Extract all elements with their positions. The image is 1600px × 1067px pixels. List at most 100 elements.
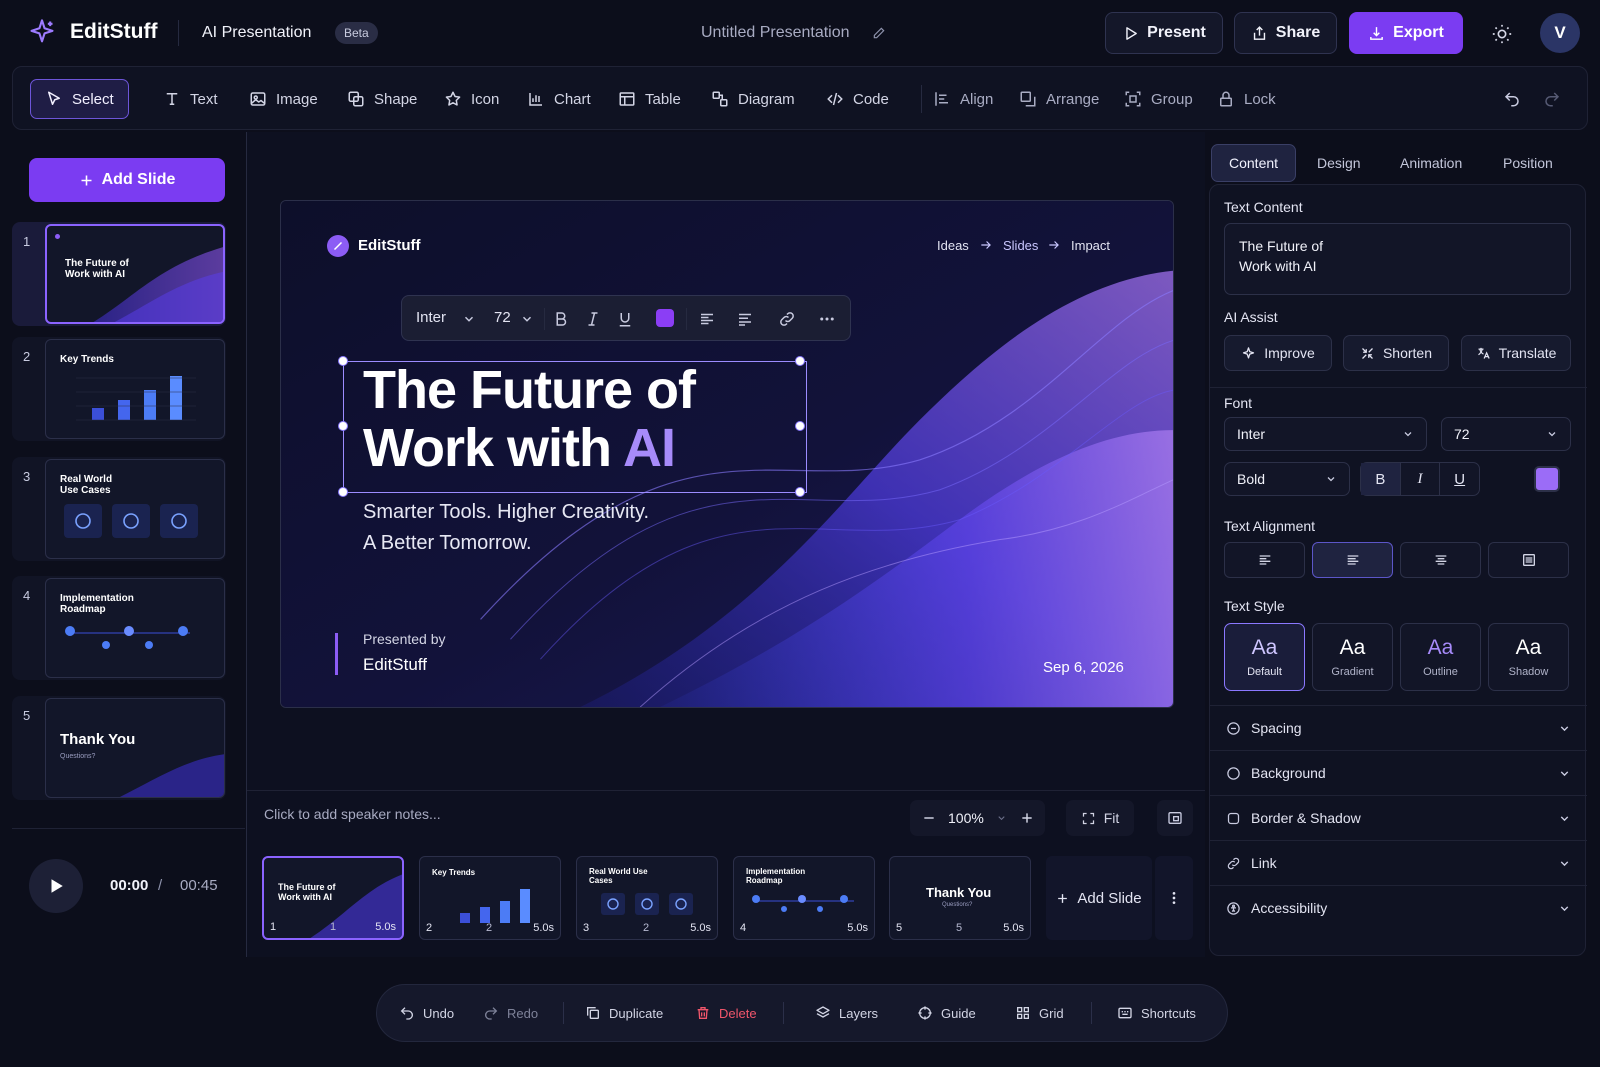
font-size-select[interactable]: 72 xyxy=(1441,417,1571,451)
filmstrip-item[interactable]: The Future of Work with AI 1 1 5.0s xyxy=(262,856,404,940)
chevron-down-icon[interactable] xyxy=(462,310,476,328)
slide-list-item[interactable]: 3 Real World Use Cases xyxy=(12,457,226,561)
text-color-swatch[interactable] xyxy=(656,309,674,327)
zoom-level[interactable]: 100% xyxy=(948,810,984,826)
shorten-button[interactable]: Shorten xyxy=(1343,335,1449,371)
size-select[interactable]: 72 xyxy=(494,309,511,326)
filmstrip-add-slide-button[interactable]: Add Slide xyxy=(1046,856,1152,940)
tab-position[interactable]: Position xyxy=(1486,144,1570,182)
translate-button[interactable]: Translate xyxy=(1461,335,1571,371)
resize-handle[interactable] xyxy=(795,487,805,497)
slide-list-item[interactable]: 5 Thank You Questions? xyxy=(12,696,226,800)
slide-subtitle[interactable]: Smarter Tools. Higher Creativity. A Bett… xyxy=(363,497,703,559)
tool-icon[interactable]: Icon xyxy=(430,79,513,119)
text-content-input[interactable]: The Future of Work with AI xyxy=(1224,223,1571,295)
style-shadow-card[interactable]: Aa Shadow xyxy=(1488,623,1569,691)
export-button[interactable]: Export xyxy=(1349,12,1463,54)
slide-canvas[interactable]: EditStuff Ideas Slides Impact The Future… xyxy=(280,200,1174,708)
fit-button[interactable]: Fit xyxy=(1066,800,1134,836)
spacing-section[interactable]: Spacing xyxy=(1210,705,1587,750)
align-justify-button[interactable] xyxy=(1488,542,1569,578)
filmstrip-item[interactable]: Key Trends 2 2 5.0s xyxy=(419,856,561,940)
tool-lock[interactable]: Lock xyxy=(1203,79,1290,119)
minus-icon[interactable] xyxy=(922,811,936,825)
style-outline-card[interactable]: Aa Outline xyxy=(1400,623,1481,691)
tab-content[interactable]: Content xyxy=(1211,144,1297,182)
list-icon[interactable] xyxy=(736,310,754,328)
filmstrip-item[interactable]: Thank You Questions? 5 5 5.0s xyxy=(889,856,1031,940)
style-default-card[interactable]: Aa Default xyxy=(1224,623,1305,691)
selection-box[interactable] xyxy=(343,361,807,493)
chevron-down-icon[interactable] xyxy=(996,811,1007,825)
tool-table[interactable]: Table xyxy=(604,79,695,119)
resize-handle[interactable] xyxy=(795,356,805,366)
font-family-select[interactable]: Inter xyxy=(1224,417,1427,451)
slide-list-item[interactable]: 4 Implementation Roadmap xyxy=(12,576,226,680)
tab-design[interactable]: Design xyxy=(1300,144,1378,182)
align-left-button[interactable] xyxy=(1224,542,1305,578)
slide-list-item[interactable]: 2 Key Trends xyxy=(12,337,226,441)
filmstrip-more-button[interactable] xyxy=(1155,856,1193,940)
undo-button[interactable]: Undo xyxy=(399,985,454,1041)
resize-handle[interactable] xyxy=(338,356,348,366)
resize-handle[interactable] xyxy=(795,421,805,431)
undo-icon[interactable] xyxy=(1503,90,1521,108)
font-weight-select[interactable]: Bold xyxy=(1224,462,1350,496)
border-shadow-section[interactable]: Border & Shadow xyxy=(1210,795,1587,840)
tool-group[interactable]: Group xyxy=(1110,79,1207,119)
accessibility-section[interactable]: Accessibility xyxy=(1210,885,1587,930)
add-slide-button[interactable]: Add Slide xyxy=(29,158,225,202)
bold-icon[interactable] xyxy=(552,310,570,328)
tool-image[interactable]: Image xyxy=(235,79,332,119)
present-button[interactable]: Present xyxy=(1105,12,1223,54)
tab-animation[interactable]: Animation xyxy=(1383,144,1479,182)
style-gradient-card[interactable]: Aa Gradient xyxy=(1312,623,1393,691)
user-avatar[interactable]: V xyxy=(1540,13,1580,53)
filmstrip-item[interactable]: Implementation Roadmap 4 5.0s xyxy=(733,856,875,940)
duplicate-button[interactable]: Duplicate xyxy=(585,985,663,1041)
grid-button[interactable]: Grid xyxy=(1015,985,1064,1041)
delete-button[interactable]: Delete xyxy=(695,985,757,1041)
plus-icon[interactable] xyxy=(1020,811,1034,825)
share-button[interactable]: Share xyxy=(1234,12,1337,54)
tool-select[interactable]: Select xyxy=(30,79,129,119)
play-button[interactable] xyxy=(29,859,83,913)
link-section[interactable]: Link xyxy=(1210,840,1587,885)
italic-icon[interactable] xyxy=(584,310,602,328)
italic-toggle[interactable]: I xyxy=(1401,463,1441,495)
link-icon[interactable] xyxy=(778,310,796,328)
background-section[interactable]: Background xyxy=(1210,750,1587,795)
shortcuts-button[interactable]: Shortcuts xyxy=(1117,985,1196,1041)
font-select[interactable]: Inter xyxy=(416,309,446,326)
underline-toggle[interactable]: U xyxy=(1440,463,1479,495)
pencil-icon[interactable] xyxy=(872,26,886,40)
chevron-down-icon[interactable] xyxy=(520,310,534,328)
slide-list-item[interactable]: 1 The Future of Work with AI xyxy=(12,222,226,326)
notes-toggle-button[interactable] xyxy=(1157,800,1193,836)
improve-button[interactable]: Improve xyxy=(1224,335,1332,371)
tool-align[interactable]: Align xyxy=(919,79,1007,119)
tool-code[interactable]: Code xyxy=(812,79,903,119)
tool-shape[interactable]: Shape xyxy=(333,79,431,119)
filmstrip-item[interactable]: Real World Use Cases 3 2 5.0s xyxy=(576,856,718,940)
tool-chart[interactable]: Chart xyxy=(513,79,605,119)
guide-button[interactable]: Guide xyxy=(917,985,976,1041)
align-center-text-button[interactable] xyxy=(1400,542,1481,578)
speaker-notes-input[interactable]: Click to add speaker notes... xyxy=(264,806,441,822)
document-title[interactable]: Untitled Presentation xyxy=(701,24,850,42)
layers-button[interactable]: Layers xyxy=(815,985,878,1041)
tool-arrange[interactable]: Arrange xyxy=(1005,79,1113,119)
underline-icon[interactable] xyxy=(616,310,634,328)
sun-icon[interactable] xyxy=(1491,23,1513,45)
align-left-icon[interactable] xyxy=(698,310,716,328)
font-color-swatch[interactable] xyxy=(1534,466,1560,492)
tool-diagram[interactable]: Diagram xyxy=(697,79,809,119)
resize-handle[interactable] xyxy=(338,421,348,431)
more-horizontal-icon[interactable] xyxy=(818,310,836,328)
tool-text[interactable]: Text xyxy=(149,79,232,119)
resize-handle[interactable] xyxy=(338,487,348,497)
redo-button[interactable]: Redo xyxy=(483,985,538,1041)
bold-toggle[interactable]: B xyxy=(1361,463,1401,495)
align-center-button[interactable] xyxy=(1312,542,1393,578)
redo-icon[interactable] xyxy=(1543,90,1561,108)
